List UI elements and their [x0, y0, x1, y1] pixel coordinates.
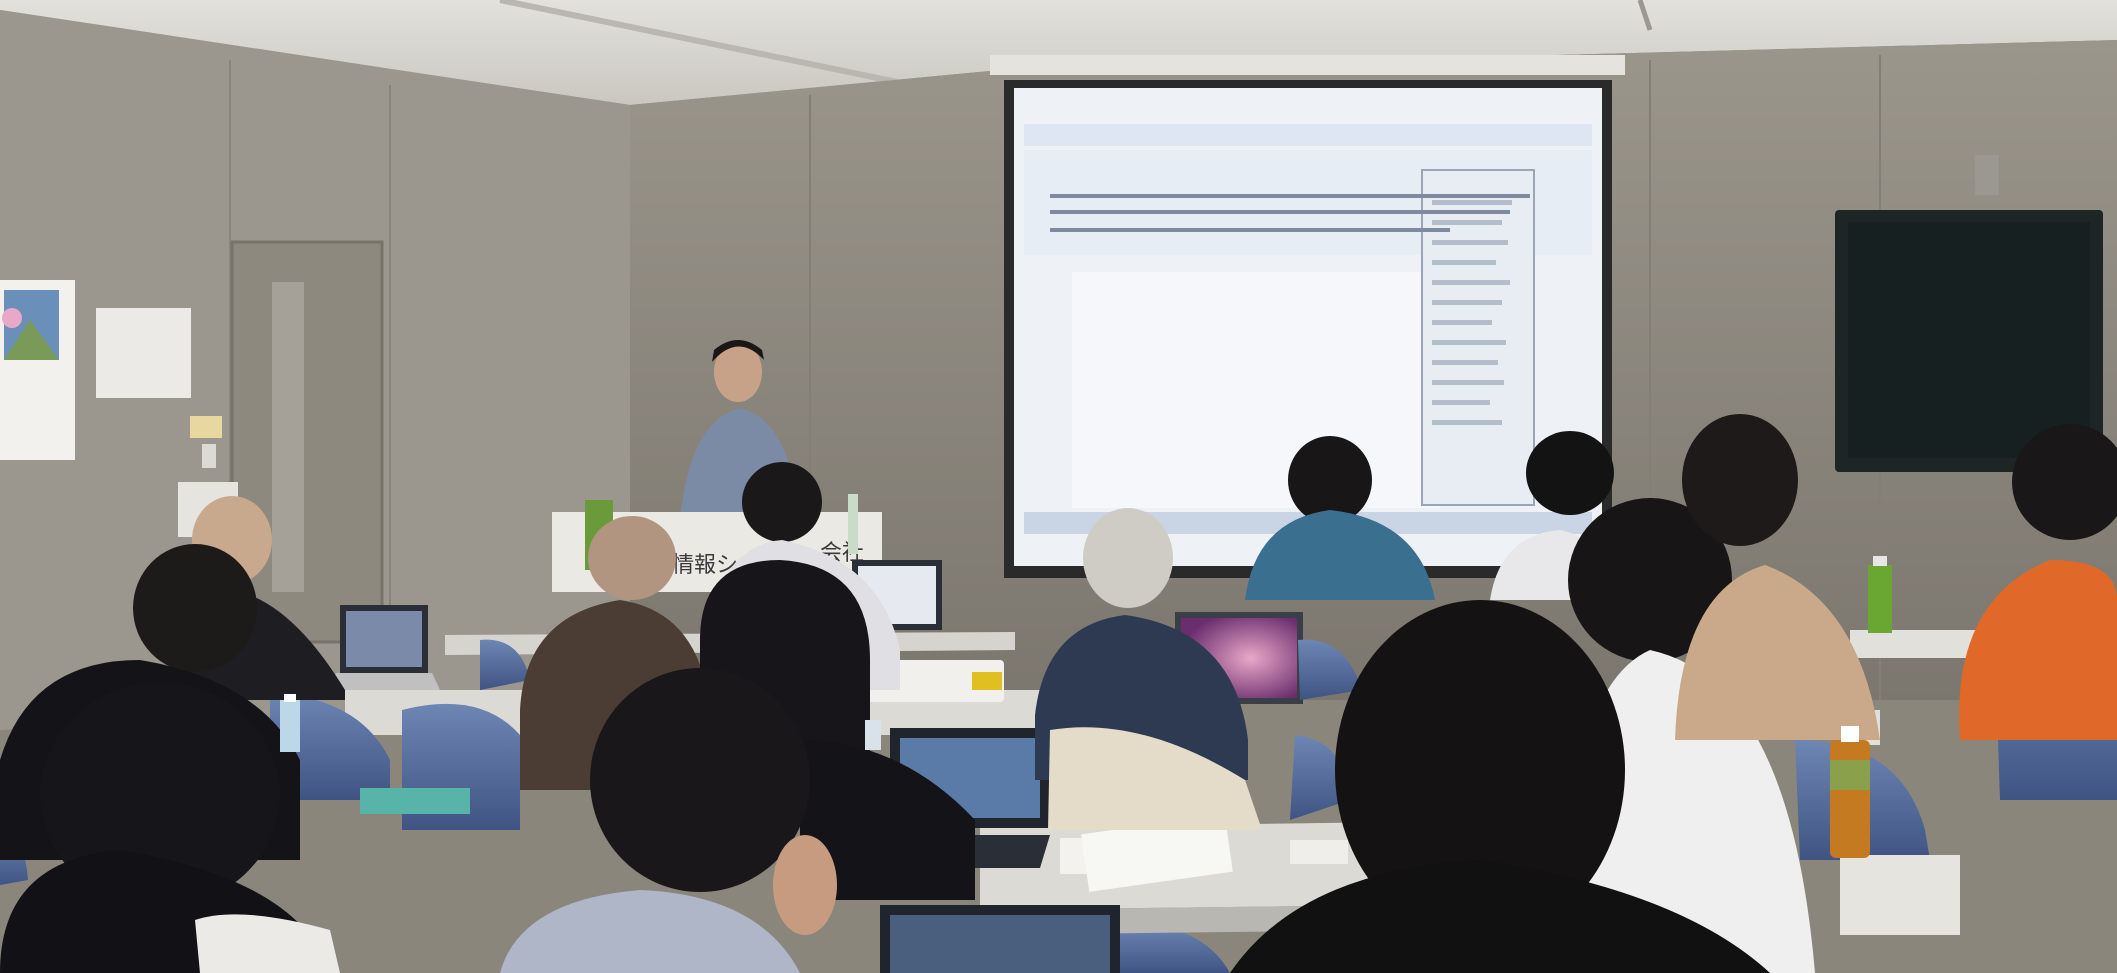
laptop-front-bottom [880, 905, 1120, 973]
laptop-back-left [328, 605, 440, 690]
green-bottle-right [1868, 556, 1892, 633]
wall-notice [96, 308, 191, 398]
green-folder [360, 788, 470, 814]
classroom-photo: 情報シ 会社 [0, 0, 2117, 973]
water-bottle-left [280, 694, 300, 752]
wall-calendar [0, 280, 75, 460]
wall-sign [190, 416, 222, 438]
light-switch [202, 444, 216, 468]
door-window [272, 282, 304, 592]
bottle-center [865, 720, 881, 750]
tea-bottle-right [1830, 726, 1870, 858]
door [230, 240, 384, 644]
